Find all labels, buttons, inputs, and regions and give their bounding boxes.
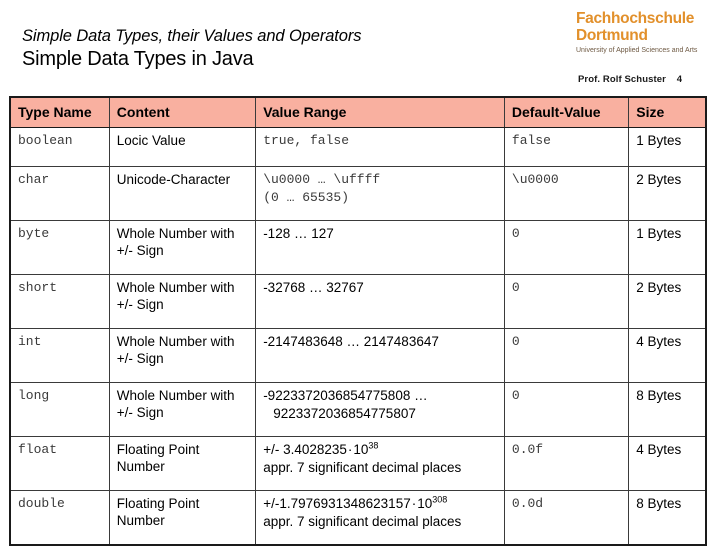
data-types-table: Type Name Content Value Range Default-Va…: [9, 96, 707, 546]
slide-page-number: 4: [676, 74, 683, 85]
cell-type-name: short: [9, 274, 110, 329]
cell-default-value: 0: [503, 274, 630, 329]
cell-content: Floating Point Number: [108, 436, 257, 491]
cell-default-value: \u0000: [503, 166, 630, 221]
table-row: double Floating Point Number +/-1.79769313…: [9, 490, 707, 546]
cell-value-range: -32768 … 32767: [255, 274, 505, 329]
cell-type-name: boolean: [9, 127, 110, 167]
cell-value-range: true, false: [255, 127, 505, 167]
table-row: boolean Locic Value true, false false 1 Byte…: [9, 127, 707, 167]
cell-default-value: 0: [503, 382, 630, 437]
value-range-line-2: appr. 7 significant decimal places: [263, 514, 462, 529]
cell-content: Whole Number with +/- Sign: [108, 274, 257, 329]
cell-type-name: double: [9, 490, 110, 546]
cell-value-range: +/-1.7976931348623157·10308 appr. 7 signi…: [255, 490, 505, 546]
cell-type-name: int: [9, 328, 110, 383]
value-range-line-1: +/- 3.4028235·1038: [263, 440, 379, 457]
table-row: byte Whole Number with +/- Sign -128 … 127…: [9, 220, 707, 275]
multiplication-dot-icon: ·: [347, 442, 353, 457]
cell-content: Whole Number with +/- Sign: [108, 382, 257, 437]
value-range-line-1: true, false: [263, 133, 350, 148]
cell-type-name: byte: [9, 220, 110, 275]
cell-value-range: -9223372036854775808 … 922337203685477580…: [255, 382, 505, 437]
logo-line-2: Dortmund: [576, 27, 648, 44]
value-range-line-2: 9223372036854775807: [273, 406, 416, 421]
cell-size: 4 Bytes: [628, 328, 707, 383]
presenter-credit: Prof. Rolf Schuster 4: [578, 74, 682, 85]
cell-content: Locic Value: [108, 127, 257, 167]
cell-value-range: -128 … 127: [255, 220, 505, 275]
cell-default-value: 0.0d: [503, 490, 630, 546]
cell-content: Unicode-Character: [108, 166, 257, 221]
slide-header: Simple Data Types, their Values and Oper…: [0, 0, 720, 96]
cell-value-range: -2147483648 … 2147483647: [255, 328, 505, 383]
table-row: char Unicode-Character \u0000 … \uffff (0 ……: [9, 166, 707, 221]
cell-size: 8 Bytes: [628, 490, 707, 546]
title-block: Simple Data Types, their Values and Oper…: [22, 26, 542, 72]
cell-size: 8 Bytes: [628, 382, 707, 437]
cell-size: 1 Bytes: [628, 127, 707, 167]
table-header-row: Type Name Content Value Range Default-Va…: [9, 96, 707, 128]
value-range-line-1: -2147483648 … 2147483647: [263, 334, 439, 349]
column-header-type-name: Type Name: [9, 96, 110, 128]
cell-type-name: long: [9, 382, 110, 437]
cell-size: 2 Bytes: [628, 166, 707, 221]
value-range-line-1: -9223372036854775808 …: [263, 388, 428, 403]
slide-subtitle: Simple Data Types, their Values and Oper…: [22, 27, 362, 45]
table-body: boolean Locic Value true, false false 1 Byte…: [9, 127, 707, 546]
cell-value-range: +/- 3.4028235·1038 appr. 7 significant de…: [255, 436, 505, 491]
cell-size: 4 Bytes: [628, 436, 707, 491]
value-range-line-1: -32768 … 32767: [263, 280, 364, 295]
cell-content: Whole Number with +/- Sign: [108, 220, 257, 275]
value-range-line-2: appr. 7 significant decimal places: [263, 460, 462, 475]
value-range-line-1: -128 … 127: [263, 226, 334, 241]
value-range-exponent: 38: [368, 440, 379, 451]
presenter-name: Prof. Rolf Schuster: [578, 74, 666, 85]
table-row: short Whole Number with +/- Sign -32768 … …: [9, 274, 707, 329]
value-range-line-2: (0 … 65535): [263, 190, 350, 205]
cell-size: 1 Bytes: [628, 220, 707, 275]
cell-value-range: \u0000 … \uffff (0 … 65535): [255, 166, 505, 221]
logo-tagline: University of Applied Sciences and Arts: [576, 47, 698, 54]
university-logo: Fachhochschule Dortmund University of Ap…: [576, 10, 710, 56]
column-header-size: Size: [628, 96, 707, 128]
multiplication-dot-icon: ·: [411, 496, 417, 511]
logo-line-1: Fachhochschule: [576, 10, 695, 27]
value-range-exponent: 308: [432, 494, 448, 505]
value-range-line-1: +/-1.7976931348623157·10308: [263, 494, 448, 511]
cell-default-value: 0.0f: [503, 436, 630, 491]
page-title: Simple Data Types in Java: [22, 48, 254, 70]
cell-size: 2 Bytes: [628, 274, 707, 329]
cell-type-name: float: [9, 436, 110, 491]
column-header-content: Content: [108, 96, 257, 128]
cell-default-value: 0: [503, 220, 630, 275]
cell-default-value: false: [503, 127, 630, 167]
cell-content: Floating Point Number: [108, 490, 257, 546]
table-row: int Whole Number with +/- Sign -2147483648…: [9, 328, 707, 383]
value-range-line-1: \u0000 … \uffff: [263, 172, 381, 187]
cell-content: Whole Number with +/- Sign: [108, 328, 257, 383]
cell-default-value: 0: [503, 328, 630, 383]
table-row: long Whole Number with +/- Sign -922337203…: [9, 382, 707, 437]
column-header-value-range: Value Range: [255, 96, 505, 128]
column-header-default-value: Default-Value: [503, 96, 630, 128]
cell-type-name: char: [9, 166, 110, 221]
table-row: float Floating Point Number +/- 3.4028235·…: [9, 436, 707, 491]
